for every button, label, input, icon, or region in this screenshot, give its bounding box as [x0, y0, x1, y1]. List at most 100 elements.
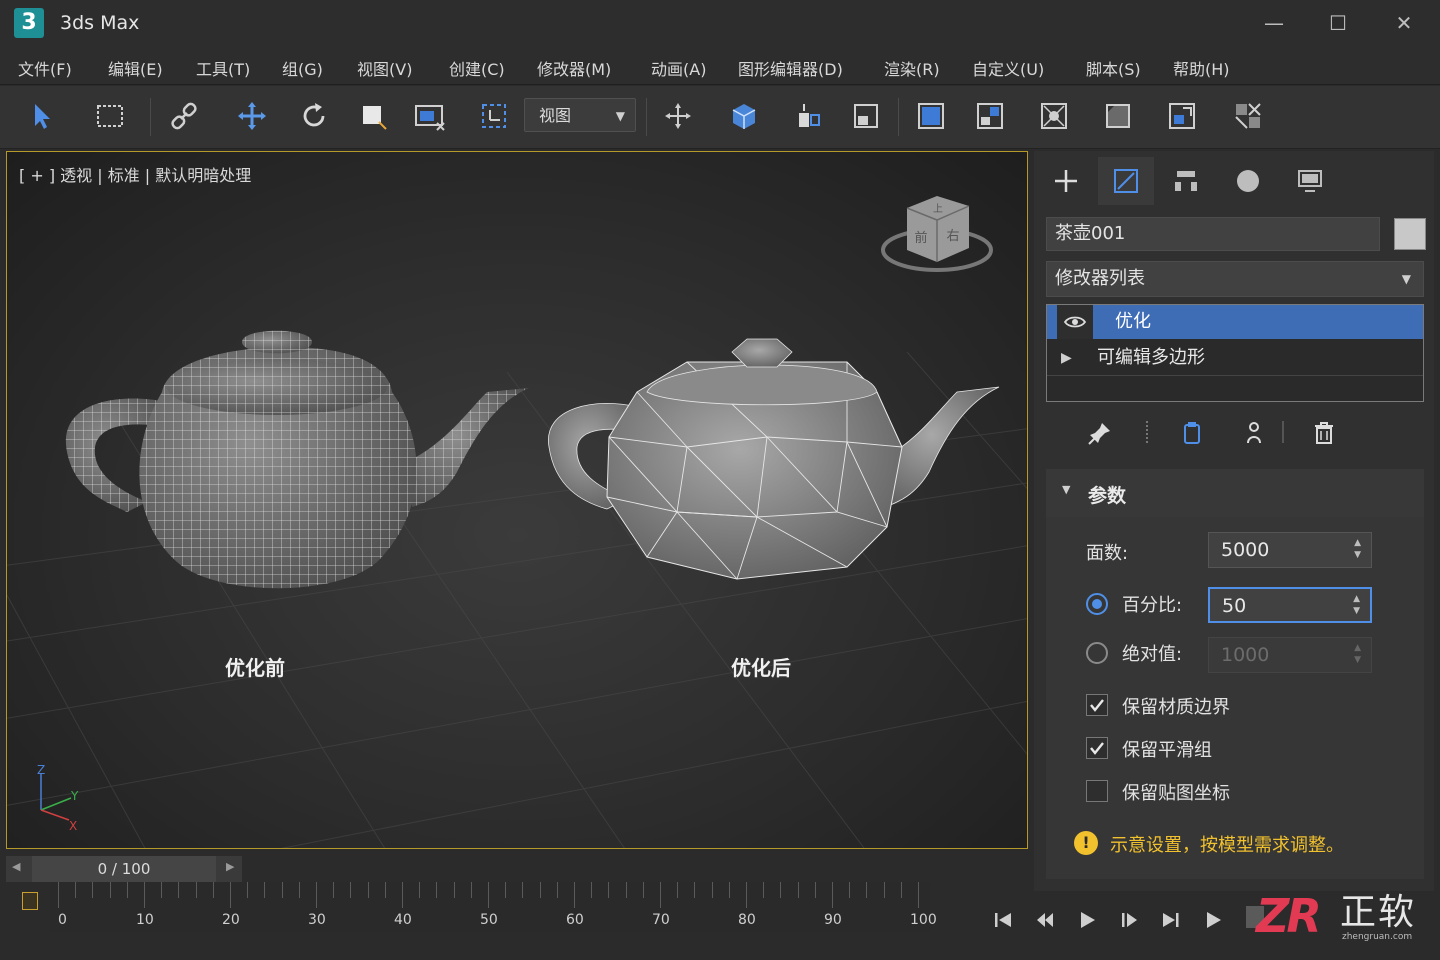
render-setup-button[interactable]: [1098, 96, 1138, 136]
pin-stack-button[interactable]: [1086, 419, 1114, 447]
tab-hierarchy[interactable]: [1158, 157, 1214, 205]
timeline-tick: [58, 882, 59, 908]
menu-rendering[interactable]: 渲染(R): [884, 56, 940, 80]
previous-frame-button[interactable]: [1028, 905, 1062, 935]
rollout-header[interactable]: ▼ 参数: [1046, 469, 1424, 517]
axis-z-label: Z: [37, 763, 45, 777]
time-slider[interactable]: ◀ 0 / 100 ▶: [6, 856, 242, 882]
stack-item-editable-poly[interactable]: ▶ 可编辑多边形: [1047, 341, 1423, 376]
teapot-after[interactable]: [537, 337, 1007, 627]
spinner-arrows-icon[interactable]: ▲ ▼: [1354, 537, 1361, 561]
play-button[interactable]: [1070, 905, 1104, 935]
rotate-button[interactable]: [294, 96, 334, 136]
app-logo: 3: [14, 8, 44, 38]
object-name-field[interactable]: 茶壶001: [1046, 217, 1380, 251]
close-button[interactable]: ✕: [1384, 8, 1424, 38]
object-color-swatch[interactable]: [1394, 218, 1426, 250]
timeline-tick: [900, 882, 902, 898]
timeline-tick: [849, 882, 851, 898]
checkmark-icon: [1090, 699, 1104, 712]
menu-graph-editors[interactable]: 图形编辑器(D): [738, 56, 843, 80]
menu-group[interactable]: 组(G): [282, 56, 323, 80]
modifier-list-label: 修改器列表: [1055, 268, 1145, 289]
scale-button[interactable]: [354, 96, 394, 136]
go-to-start-button[interactable]: [986, 905, 1020, 935]
tab-create[interactable]: [1038, 157, 1094, 205]
snaps-toggle-button[interactable]: [788, 96, 828, 136]
timeline-tick: [883, 882, 885, 898]
menu-create[interactable]: 创建(C): [449, 56, 505, 80]
select-region-button[interactable]: [90, 96, 130, 136]
material-editor-button[interactable]: [1034, 96, 1074, 136]
chevron-left-icon[interactable]: ◀: [12, 860, 20, 873]
make-unique-button[interactable]: [1240, 419, 1268, 447]
menu-animation[interactable]: 动画(A): [651, 56, 706, 80]
remove-modifier-button[interactable]: [1310, 419, 1338, 447]
menu-edit[interactable]: 编辑(E): [108, 56, 163, 80]
play-selected-button[interactable]: [1196, 905, 1230, 935]
expand-triangle-icon[interactable]: ▶: [1061, 341, 1072, 375]
timeline-tick: [144, 882, 145, 908]
teapot-before[interactable]: [47, 322, 537, 632]
menu-scripting[interactable]: 脚本(S): [1086, 56, 1141, 80]
cube-tool-icon: [732, 104, 756, 129]
face-count-spinner[interactable]: 5000 ▲ ▼: [1208, 532, 1372, 568]
stack-item-optimize[interactable]: 优化: [1047, 305, 1423, 339]
timeline-tick: [384, 882, 386, 898]
render-setup-icon: [1106, 104, 1130, 128]
checkbox-label: 保留平滑组: [1122, 740, 1212, 761]
absolute-radio[interactable]: [1086, 642, 1108, 664]
placement-button[interactable]: [410, 96, 450, 136]
chevron-right-icon[interactable]: ▶: [226, 860, 234, 873]
menu-help[interactable]: 帮助(H): [1173, 56, 1230, 80]
menu-modifiers[interactable]: 修改器(M): [537, 56, 611, 80]
eye-icon[interactable]: [1057, 305, 1093, 339]
absolute-spinner[interactable]: 1000 ▲ ▼: [1208, 637, 1372, 673]
menu-customize[interactable]: 自定义(U): [972, 56, 1044, 80]
next-frame-button[interactable]: [1112, 905, 1146, 935]
collapse-triangle-icon[interactable]: ▼: [1062, 483, 1070, 496]
scene-explorer-button[interactable]: [970, 96, 1010, 136]
render-production-button[interactable]: [1228, 96, 1268, 136]
percent-spinner[interactable]: 50 ▲ ▼: [1208, 587, 1372, 623]
tab-display[interactable]: [1282, 157, 1338, 205]
timeline-tick: [505, 882, 507, 898]
select-and-manipulate-button[interactable]: [724, 96, 764, 136]
viewport-label[interactable]: [ + ] 透视 | 标准 | 默认明暗处理: [19, 162, 251, 186]
layer-explorer-button[interactable]: [911, 96, 951, 136]
percent-radio[interactable]: [1086, 593, 1108, 615]
tab-modify[interactable]: [1098, 157, 1154, 205]
menu-views[interactable]: 视图(V): [357, 56, 412, 80]
menu-file[interactable]: 文件(F): [18, 56, 72, 80]
pivot-button[interactable]: [658, 96, 698, 136]
reference-view-dropdown[interactable]: 视图 ▼: [524, 98, 636, 132]
tab-motion[interactable]: [1220, 157, 1276, 205]
snap-icon: [799, 104, 820, 127]
perspective-viewport[interactable]: [ + ] 透视 | 标准 | 默认明暗处理 上 前 右 优化前 优化后 Z Y…: [6, 151, 1028, 849]
menu-tools[interactable]: 工具(T): [196, 56, 250, 80]
checkbox-preserve-material-boundaries[interactable]: [1086, 694, 1108, 716]
spinner-arrows-icon[interactable]: ▲ ▼: [1354, 642, 1361, 666]
watermark-logo: ZR: [1256, 889, 1322, 943]
modifier-list-dropdown[interactable]: 修改器列表 ▼: [1046, 261, 1424, 297]
move-button[interactable]: [232, 96, 272, 136]
time-slider-thumb[interactable]: 0 / 100: [32, 856, 216, 882]
checkbox-preserve-smoothing-groups[interactable]: [1086, 737, 1108, 759]
minimize-button[interactable]: —: [1254, 8, 1294, 38]
go-to-end-button[interactable]: [1154, 905, 1188, 935]
axis-x-label: X: [69, 819, 77, 832]
link-button[interactable]: [164, 96, 204, 136]
reference-coord-button[interactable]: [474, 96, 514, 136]
track-bar[interactable]: 0 10 20 30 40 50 60 70 80 90 100: [50, 882, 937, 932]
mirror-button[interactable]: [846, 96, 886, 136]
show-end-result-button[interactable]: [1178, 419, 1206, 447]
viewcube[interactable]: 上 前 右: [877, 192, 997, 282]
spinner-arrows-icon[interactable]: ▲ ▼: [1353, 593, 1360, 617]
timeline-tick: [728, 882, 730, 898]
select-object-button[interactable]: [22, 96, 62, 136]
maximize-button[interactable]: ☐: [1318, 8, 1358, 38]
rendered-frame-button[interactable]: [1162, 96, 1202, 136]
checkbox-preserve-map-coords[interactable]: [1086, 780, 1108, 802]
timeline-tick: [625, 882, 627, 898]
key-filter-icon[interactable]: [22, 892, 38, 910]
